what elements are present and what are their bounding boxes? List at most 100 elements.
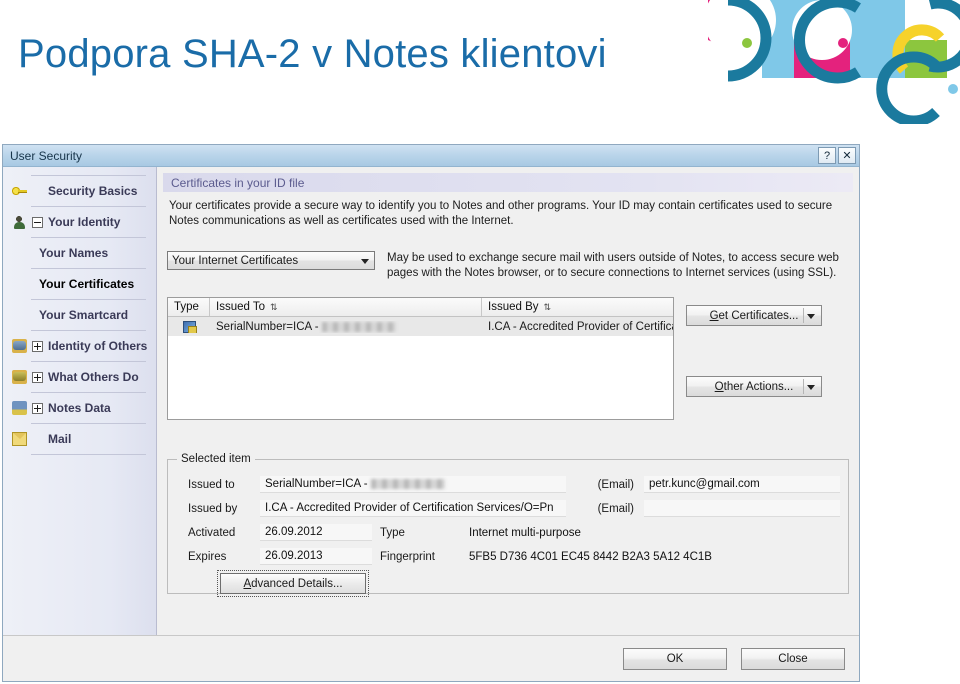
get-certificates-accelerator: G bbox=[709, 309, 719, 322]
sidebar-item-mail[interactable]: Mail bbox=[3, 424, 156, 454]
sidebar-item-label: Mail bbox=[48, 432, 72, 446]
sidebar-divider bbox=[31, 454, 146, 455]
sidebar-item-security-basics[interactable]: Security Basics bbox=[3, 176, 156, 206]
sidebar-item-label: Identity of Others bbox=[48, 339, 148, 353]
certificate-list-area: Type Issued To ⇅ Issued By ⇅ SerialNumbe… bbox=[167, 297, 849, 447]
ok-button[interactable]: OK bbox=[623, 647, 727, 670]
cell-issued-to-text: SerialNumber=ICA - bbox=[216, 320, 319, 333]
redacted-serial-icon bbox=[321, 321, 396, 332]
expires-label: Expires bbox=[188, 550, 227, 563]
email2-label: (Email) bbox=[597, 502, 634, 515]
cell-issued-by: I.CA - Accredited Provider of Certificat… bbox=[488, 320, 673, 333]
expander-placeholder bbox=[32, 186, 43, 197]
fingerprint-label: Fingerprint bbox=[380, 550, 435, 563]
column-header-issued-to[interactable]: Issued To ⇅ bbox=[210, 298, 482, 316]
chevron-down-icon[interactable] bbox=[807, 384, 815, 390]
activated-label: Activated bbox=[188, 526, 236, 539]
get-certificates-button[interactable]: Get Certificates... bbox=[686, 305, 822, 326]
sidebar-item-notes-data[interactable]: Notes Data bbox=[3, 393, 156, 423]
person-icon bbox=[11, 214, 29, 230]
chevron-down-icon bbox=[361, 258, 369, 264]
issued-to-text: SerialNumber=ICA - bbox=[265, 478, 368, 490]
sidebar-item-label: Your Identity bbox=[48, 215, 121, 229]
other-actions-accelerator: O bbox=[714, 380, 724, 393]
certificate-type-description: May be used to exchange secure mail with… bbox=[387, 252, 839, 279]
field-row-activated: Activated 26.09.2012 Type Internet multi… bbox=[176, 522, 840, 543]
sidebar-item-identity-of-others[interactable]: Identity of Others bbox=[3, 331, 156, 361]
panel-header: Certificates in your ID file bbox=[163, 173, 853, 192]
expander-plus-icon[interactable] bbox=[32, 371, 43, 383]
sidebar-item-your-certificates[interactable]: Your Certificates bbox=[3, 269, 156, 299]
sidebar-item-your-identity[interactable]: Your Identity bbox=[3, 207, 156, 237]
advanced-details-accelerator: A bbox=[243, 577, 252, 590]
fingerprint-value: 5FB5 D736 4C01 EC45 8442 B2A3 5A12 4C1B bbox=[469, 550, 712, 563]
cell-type bbox=[168, 320, 210, 333]
split-separator bbox=[803, 379, 804, 394]
page-title: Podpora SHA-2 v Notes klientovi bbox=[18, 32, 607, 76]
field-row-issued-by: Issued by I.CA - Accredited Provider of … bbox=[176, 498, 840, 519]
type-label: Type bbox=[380, 526, 405, 539]
issued-to-label: Issued to bbox=[188, 478, 235, 491]
type-value: Internet multi-purpose bbox=[469, 526, 581, 539]
column-header-issued-by[interactable]: Issued By ⇅ bbox=[482, 298, 673, 316]
mail-icon bbox=[11, 431, 29, 447]
sidebar-item-your-names[interactable]: Your Names bbox=[3, 238, 156, 268]
user-security-dialog: User Security ? ✕ Security Basics Your I… bbox=[2, 144, 860, 682]
selected-item-legend: Selected item bbox=[177, 453, 255, 465]
close-button[interactable]: Close bbox=[741, 647, 845, 670]
sidebar-item-label: Your Certificates bbox=[39, 277, 135, 291]
redacted-serial-icon bbox=[370, 479, 445, 489]
field-row-expires: Expires 26.09.2013 Fingerprint 5FB5 D736… bbox=[176, 546, 840, 567]
sidebar-item-label: Security Basics bbox=[48, 184, 138, 198]
close-icon[interactable]: ✕ bbox=[838, 147, 856, 164]
decorative-circles-logo bbox=[708, 0, 960, 124]
activated-value: 26.09.2012 bbox=[260, 524, 372, 541]
issued-by-value: I.CA - Accredited Provider of Certificat… bbox=[260, 500, 566, 517]
certificates-table[interactable]: Type Issued To ⇅ Issued By ⇅ SerialNumbe… bbox=[167, 297, 674, 420]
certificate-type-dropdown[interactable]: Your Internet Certificates bbox=[167, 251, 375, 270]
table-row[interactable]: SerialNumber=ICA - I.CA - Accredited Pro… bbox=[168, 317, 673, 336]
sort-icon[interactable]: ⇅ bbox=[270, 302, 278, 313]
people-gear-icon bbox=[11, 369, 29, 385]
expires-value: 26.09.2013 bbox=[260, 548, 372, 565]
sidebar-item-what-others-do[interactable]: What Others Do bbox=[3, 362, 156, 392]
split-separator bbox=[803, 308, 804, 323]
sidebar-item-label: Notes Data bbox=[48, 401, 111, 415]
sort-icon[interactable]: ⇅ bbox=[544, 302, 552, 313]
get-certificates-label: et Certificates... bbox=[718, 309, 799, 322]
sidebar-item-label: What Others Do bbox=[48, 370, 139, 384]
email1-value: petr.kunc@gmail.com bbox=[644, 476, 840, 493]
issued-to-value: SerialNumber=ICA - bbox=[260, 476, 566, 493]
dialog-titlebar[interactable]: User Security ? ✕ bbox=[3, 145, 859, 167]
column-header-type[interactable]: Type bbox=[168, 298, 210, 316]
help-icon[interactable]: ? bbox=[818, 147, 836, 164]
field-row-issued-to: Issued to SerialNumber=ICA - (Email) pet… bbox=[176, 474, 840, 495]
expander-minus-icon[interactable] bbox=[32, 216, 43, 228]
column-label: Type bbox=[174, 301, 199, 313]
advanced-details-label: dvanced Details... bbox=[251, 577, 343, 590]
advanced-details-button[interactable]: Advanced Details... bbox=[217, 570, 369, 597]
dialog-title: User Security bbox=[10, 148, 83, 163]
dialog-footer: OK Close bbox=[3, 635, 859, 681]
sidebar-item-label: Your Smartcard bbox=[39, 308, 129, 322]
other-actions-label: ther Actions... bbox=[723, 380, 794, 393]
email2-value bbox=[644, 500, 840, 517]
people-icon bbox=[11, 338, 29, 354]
expander-plus-icon[interactable] bbox=[32, 340, 43, 352]
sidebar-item-your-smartcard[interactable]: Your Smartcard bbox=[3, 300, 156, 330]
key-icon bbox=[11, 183, 29, 199]
other-actions-button[interactable]: Other Actions... bbox=[686, 376, 822, 397]
certificate-type-value: Your Internet Certificates bbox=[172, 254, 299, 267]
expander-plus-icon[interactable] bbox=[32, 402, 43, 414]
issued-by-label: Issued by bbox=[188, 502, 238, 515]
column-label: Issued To bbox=[216, 301, 266, 313]
email1-label: (Email) bbox=[597, 478, 634, 491]
panel-description: Your certificates provide a secure way t… bbox=[169, 200, 833, 227]
chevron-down-icon[interactable] bbox=[807, 313, 815, 319]
selected-item-group: Selected item Issued to SerialNumber=ICA… bbox=[167, 453, 849, 597]
books-icon bbox=[11, 400, 29, 416]
certificate-action-buttons: Get Certificates... Other Actions... bbox=[686, 297, 822, 447]
certificate-icon bbox=[182, 320, 197, 333]
sidebar: Security Basics Your Identity Your Names… bbox=[3, 167, 157, 636]
table-header-row: Type Issued To ⇅ Issued By ⇅ bbox=[168, 298, 673, 317]
